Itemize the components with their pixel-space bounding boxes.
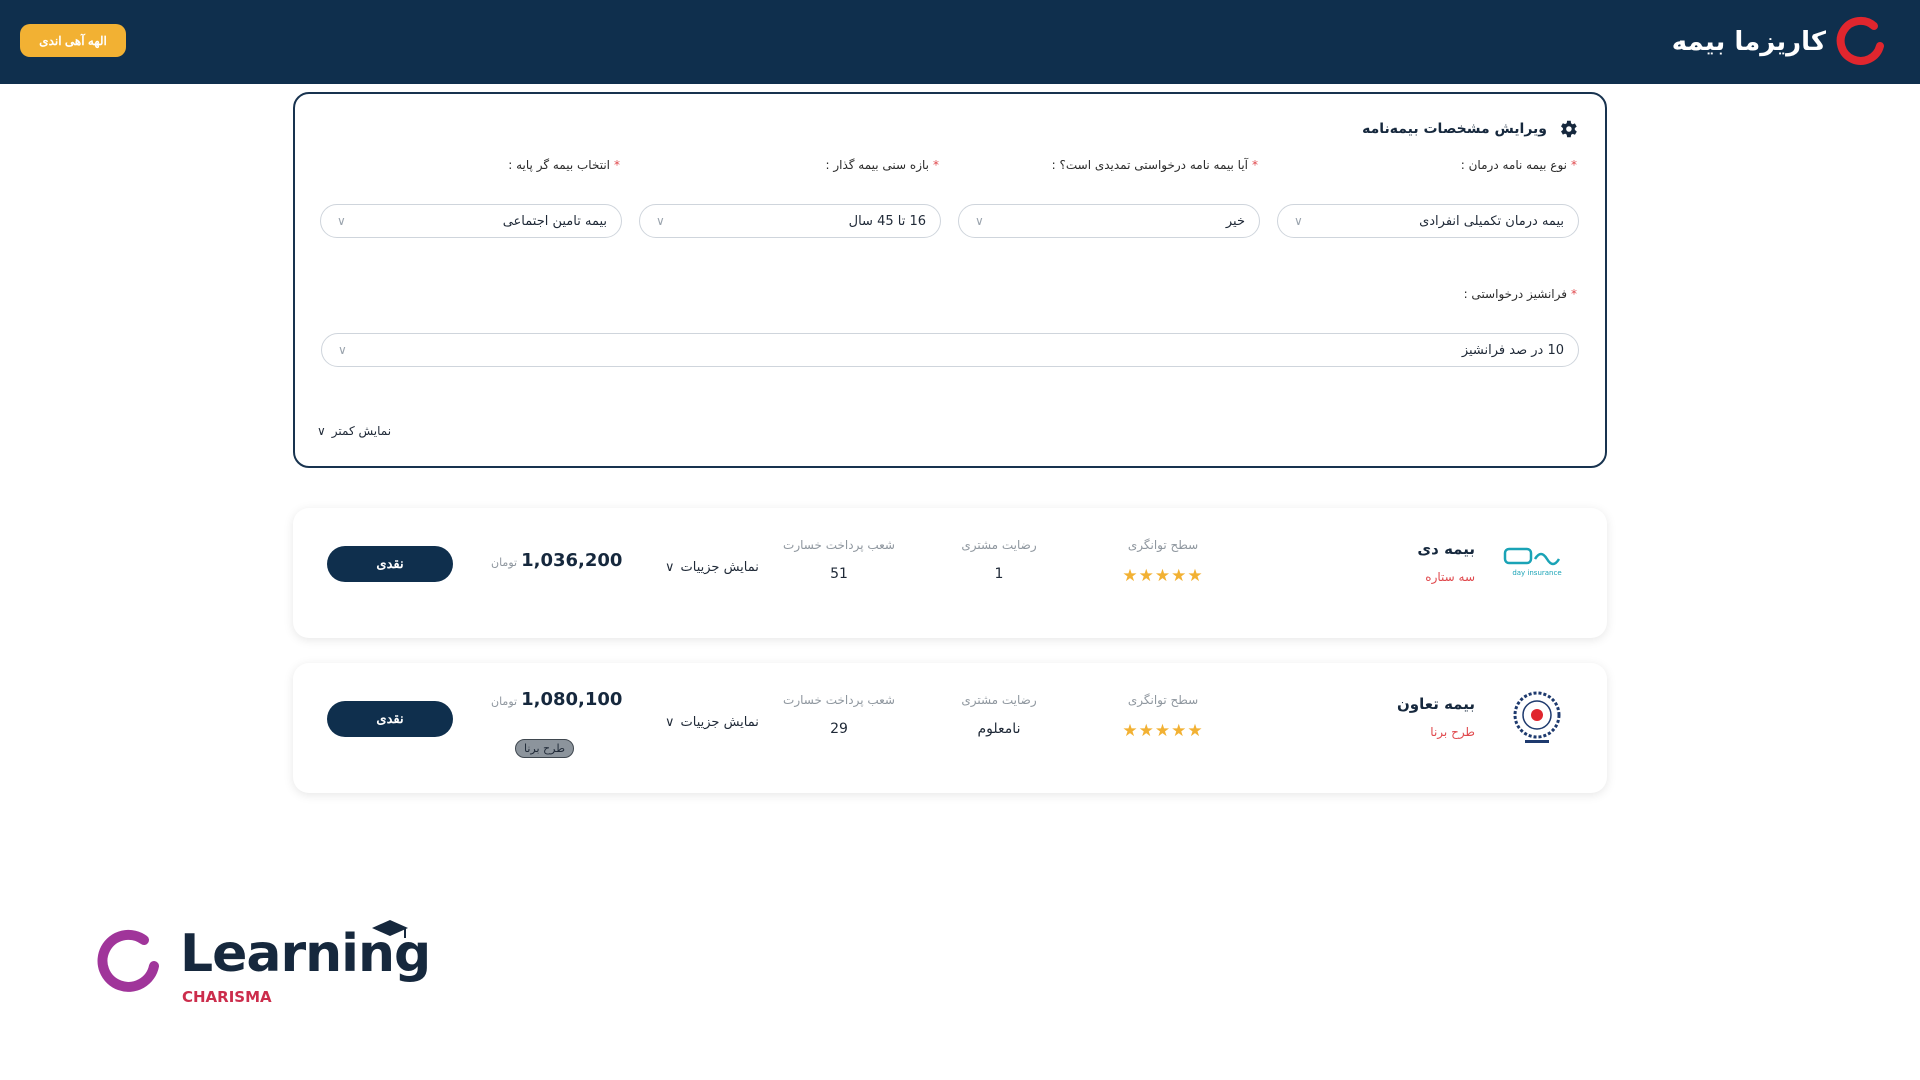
cash-buy-button[interactable]: نقدی <box>327 701 453 737</box>
cash-buy-button[interactable]: نقدی <box>327 546 453 582</box>
satisfaction-label: رضایت مشتری <box>961 693 1037 707</box>
plan-name: طرح برنا <box>1430 725 1475 739</box>
price: تومان 1,036,200 <box>491 550 622 571</box>
base-insurer-value: بیمه تامین اجتماعی <box>502 213 607 229</box>
user-account-button[interactable]: الهه آهی اندی <box>20 24 126 57</box>
base-insurer-label: انتخاب بیمه گر پایه : <box>508 158 610 172</box>
age-range-value: 16 تا 45 سال <box>848 213 926 229</box>
offer-card: day insurance بیمه دی سه ستاره سطح توانگ… <box>293 508 1607 638</box>
franchise-select[interactable]: ∨ 10 در صد فرانشیز <box>321 333 1579 367</box>
franchise-value: 10 در صد فرانشیز <box>1461 342 1564 358</box>
chevron-down-icon: ∨ <box>665 715 675 730</box>
plan-badge: طرح برنا <box>515 739 574 758</box>
learning-charisma-watermark: Learning CHARISMA <box>94 918 431 1018</box>
taavon-insurance-logo-icon <box>1513 691 1561 743</box>
policy-edit-form: ویرایش مشخصات بیمه‌نامه *نوع بیمه نامه د… <box>293 92 1607 468</box>
offer-card: بیمه تعاون طرح برنا سطح توانگری ★★★★★ رض… <box>293 663 1607 793</box>
renewal-value: خیر <box>1225 213 1245 229</box>
day-insurance-logo-icon: day insurance <box>1503 547 1562 577</box>
top-navbar: کاریزما بیمه الهه آهی اندی <box>0 0 1920 84</box>
age-range-select[interactable]: ∨ 16 تا 45 سال <box>639 204 941 238</box>
renewal-select[interactable]: ∨ خیر <box>958 204 1260 238</box>
satisfaction-metric: رضایت مشتری 1 <box>929 538 1069 582</box>
base-insurer-field: *انتخاب بیمه گر پایه : ∨ بیمه تامین اجتم… <box>320 158 622 238</box>
show-details-label: نمایش جزییات <box>680 715 759 730</box>
currency-unit: تومان <box>491 695 518 708</box>
company-logo <box>1503 687 1571 747</box>
satisfaction-metric: رضایت مشتری نامعلوم <box>929 693 1069 737</box>
age-range-label: بازه سنی بیمه گذار : <box>825 158 929 172</box>
satisfaction-value: 1 <box>994 566 1004 582</box>
currency-unit: تومان <box>491 556 518 569</box>
branches-metric: شعب پرداخت خسارت 29 <box>769 693 909 737</box>
chevron-down-icon: ∨ <box>975 214 984 228</box>
franchise-field: *فرانشیز درخواستی : ∨ 10 در صد فرانشیز <box>321 287 1579 367</box>
show-less-toggle[interactable]: ∨ نمایش کمتر <box>317 424 391 438</box>
brand-name: کاریزما بیمه <box>1671 27 1826 57</box>
solvency-metric: سطح توانگری ★★★★★ <box>1093 538 1233 586</box>
insurance-type-select[interactable]: ∨ بیمه درمان تکمیلی انفرادی <box>1277 204 1579 238</box>
star-rating-icon: ★★★★★ <box>1122 566 1204 586</box>
satisfaction-label: رضایت مشتری <box>961 538 1037 552</box>
price-value: 1,036,200 <box>521 550 623 571</box>
renewal-field: *آیا بیمه نامه درخواستی تمدیدی است؟ : ∨ … <box>958 158 1260 238</box>
gear-icon <box>1561 120 1577 138</box>
branches-value: 29 <box>830 721 848 737</box>
brand-logo-icon <box>1836 16 1884 65</box>
show-details-label: نمایش جزییات <box>680 560 759 575</box>
renewal-label: آیا بیمه نامه درخواستی تمدیدی است؟ : <box>1051 158 1248 172</box>
branches-metric: شعب پرداخت خسارت 51 <box>769 538 909 582</box>
star-rating-icon: ★★★★★ <box>1122 721 1204 741</box>
price-value: 1,080,100 <box>521 689 623 710</box>
company-logo: day insurance <box>1503 532 1571 592</box>
solvency-label: سطح توانگری <box>1127 693 1199 707</box>
base-insurer-select[interactable]: ∨ بیمه تامین اجتماعی <box>320 204 622 238</box>
logo-sub-text: day insurance <box>1512 569 1561 577</box>
price: تومان 1,080,100 <box>491 689 622 710</box>
branches-label: شعب پرداخت خسارت <box>783 693 895 707</box>
company-info: day insurance بیمه دی سه ستاره <box>1417 532 1571 592</box>
satisfaction-value: نامعلوم <box>977 721 1021 737</box>
chevron-down-icon: ∨ <box>338 343 347 357</box>
brand[interactable]: کاریزما بیمه <box>1672 14 1888 70</box>
form-title: ویرایش مشخصات بیمه‌نامه <box>1362 118 1579 140</box>
plan-name: سه ستاره <box>1425 570 1475 584</box>
show-details-link[interactable]: ∨ نمایش جزییات <box>665 715 759 730</box>
chevron-down-icon: ∨ <box>337 214 346 228</box>
charisma-logo-icon <box>97 929 159 992</box>
show-details-link[interactable]: ∨ نمایش جزییات <box>665 560 759 575</box>
branches-value: 51 <box>830 566 848 582</box>
branches-label: شعب پرداخت خسارت <box>783 538 895 552</box>
company-name: بیمه دی <box>1417 540 1475 558</box>
company-name: بیمه تعاون <box>1397 695 1475 713</box>
learning-sub: CHARISMA <box>182 988 272 1006</box>
solvency-label: سطح توانگری <box>1127 538 1199 552</box>
company-info: بیمه تعاون طرح برنا <box>1397 687 1571 747</box>
solvency-metric: سطح توانگری ★★★★★ <box>1093 693 1233 741</box>
form-title-text: ویرایش مشخصات بیمه‌نامه <box>1362 121 1547 137</box>
chevron-down-icon: ∨ <box>656 214 665 228</box>
insurance-type-value: بیمه درمان تکمیلی انفرادی <box>1419 213 1564 229</box>
chevron-down-icon: ∨ <box>665 560 675 575</box>
chevron-down-icon: ∨ <box>317 424 326 438</box>
graduation-cap-icon <box>372 920 408 938</box>
chevron-down-icon: ∨ <box>1294 214 1303 228</box>
insurance-type-field: *نوع بیمه نامه درمان : ∨ بیمه درمان تکمی… <box>1277 158 1579 238</box>
age-range-field: *بازه سنی بیمه گذار : ∨ 16 تا 45 سال <box>639 158 941 238</box>
franchise-label: فرانشیز درخواستی : <box>1463 287 1567 301</box>
show-less-label: نمایش کمتر <box>331 424 392 438</box>
insurance-type-label: نوع بیمه نامه درمان : <box>1460 158 1567 172</box>
